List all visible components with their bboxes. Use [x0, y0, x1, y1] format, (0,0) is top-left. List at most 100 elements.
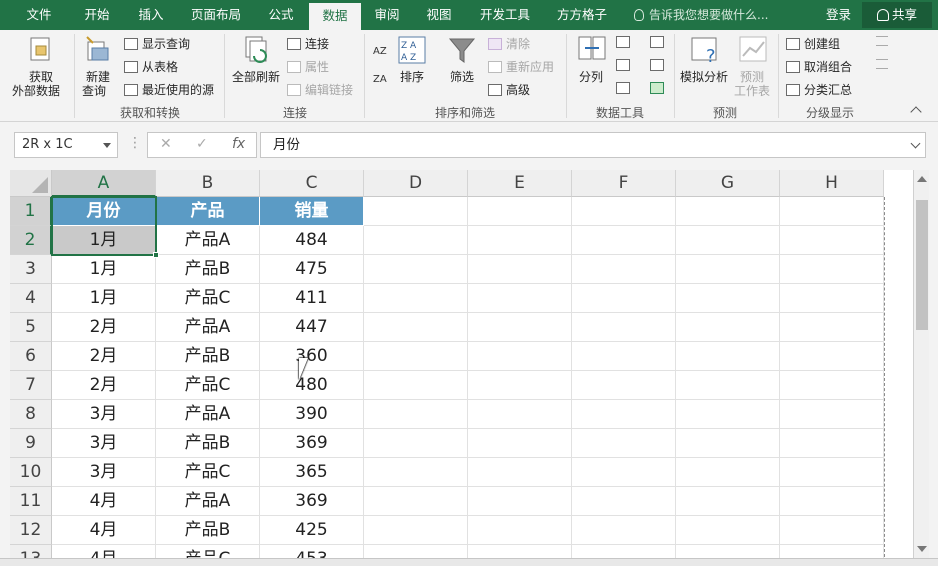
cell-h2[interactable] [780, 226, 884, 255]
cell-h5[interactable] [780, 313, 884, 342]
cell-c8[interactable]: 390 [260, 400, 364, 429]
cell-g1[interactable] [676, 197, 780, 226]
cell-e13[interactable] [468, 545, 572, 558]
cell-d3[interactable] [364, 255, 468, 284]
advanced-filter-button[interactable]: 高级 [488, 81, 530, 98]
cell-e3[interactable] [468, 255, 572, 284]
cell-a10[interactable]: 3月 [52, 458, 156, 487]
remove-duplicates-icon[interactable] [616, 59, 630, 71]
cell-g8[interactable] [676, 400, 780, 429]
cell-e8[interactable] [468, 400, 572, 429]
cell-h10[interactable] [780, 458, 884, 487]
cell-b11[interactable]: 产品A [156, 487, 260, 516]
cell-e2[interactable] [468, 226, 572, 255]
cell-a7[interactable]: 2月 [52, 371, 156, 400]
cell-g11[interactable] [676, 487, 780, 516]
cell-e10[interactable] [468, 458, 572, 487]
row-header[interactable]: 5 [10, 313, 52, 342]
cell-d1[interactable] [364, 197, 468, 226]
connections-button[interactable]: 连接 [287, 35, 329, 52]
select-all-button[interactable] [10, 170, 52, 197]
ungroup-button[interactable]: 取消组合 [786, 58, 852, 75]
cell-d6[interactable] [364, 342, 468, 371]
cell-c10[interactable]: 365 [260, 458, 364, 487]
cancel-icon[interactable]: ✕ [160, 136, 172, 152]
flash-fill-icon[interactable] [616, 36, 630, 48]
cell-f4[interactable] [572, 284, 676, 313]
cell-e4[interactable] [468, 284, 572, 313]
column-header-e[interactable]: E [468, 170, 572, 197]
sheet-tab-bar[interactable] [0, 558, 938, 566]
cell-f2[interactable] [572, 226, 676, 255]
cell-a11[interactable]: 4月 [52, 487, 156, 516]
tab-page-layout[interactable]: 页面布局 [184, 0, 248, 30]
cell-b10[interactable]: 产品C [156, 458, 260, 487]
collapse-ribbon-icon[interactable] [910, 106, 922, 118]
function-icon[interactable]: fx [232, 136, 245, 152]
cell-b1[interactable]: 产品 [156, 197, 260, 226]
cell-g9[interactable] [676, 429, 780, 458]
tab-developer[interactable]: 开发工具 [474, 0, 536, 30]
cell-f7[interactable] [572, 371, 676, 400]
from-table-button[interactable]: 从表格 [124, 58, 178, 75]
cell-d8[interactable] [364, 400, 468, 429]
tab-review[interactable]: 审阅 [366, 0, 408, 30]
cell-g4[interactable] [676, 284, 780, 313]
cell-a8[interactable]: 3月 [52, 400, 156, 429]
name-box[interactable]: 2R x 1C [14, 132, 118, 158]
subtotal-button[interactable]: 分类汇总 [786, 81, 852, 98]
cell-g10[interactable] [676, 458, 780, 487]
column-header-a[interactable]: A [52, 170, 156, 197]
sort-az-icon[interactable]: AZ ZA [372, 40, 390, 90]
scroll-down-icon[interactable] [917, 546, 927, 552]
cell-b13[interactable]: 产品C [156, 545, 260, 558]
cell-a3[interactable]: 1月 [52, 255, 156, 284]
cell-g13[interactable] [676, 545, 780, 558]
cell-d11[interactable] [364, 487, 468, 516]
enter-icon[interactable]: ✓ [196, 136, 208, 152]
cell-h3[interactable] [780, 255, 884, 284]
cell-h6[interactable] [780, 342, 884, 371]
cell-b9[interactable]: 产品B [156, 429, 260, 458]
row-header[interactable]: 1 [10, 197, 52, 226]
column-header-c[interactable]: C [260, 170, 364, 197]
scroll-thumb[interactable] [916, 200, 928, 330]
cell-d13[interactable] [364, 545, 468, 558]
cell-a2[interactable]: 1月 [52, 226, 156, 255]
cell-e12[interactable] [468, 516, 572, 545]
cell-f9[interactable] [572, 429, 676, 458]
cell-b5[interactable]: 产品A [156, 313, 260, 342]
cell-f12[interactable] [572, 516, 676, 545]
tab-home[interactable]: 开始 [76, 0, 118, 30]
cell-e11[interactable] [468, 487, 572, 516]
cell-c13[interactable]: 453 [260, 545, 364, 558]
reapply-button[interactable]: 重新应用 [488, 58, 554, 75]
cell-f5[interactable] [572, 313, 676, 342]
row-header[interactable]: 2 [10, 226, 52, 255]
row-header[interactable]: 4 [10, 284, 52, 313]
cell-e7[interactable] [468, 371, 572, 400]
cell-e6[interactable] [468, 342, 572, 371]
expand-formula-icon[interactable] [910, 138, 921, 149]
cell-f1[interactable] [572, 197, 676, 226]
cell-a5[interactable]: 2月 [52, 313, 156, 342]
cell-h11[interactable] [780, 487, 884, 516]
cell-h13[interactable] [780, 545, 884, 558]
clear-filter-button[interactable]: 清除 [488, 35, 530, 52]
vertical-scrollbar[interactable] [913, 170, 929, 558]
cell-e9[interactable] [468, 429, 572, 458]
cell-e1[interactable] [468, 197, 572, 226]
cell-c6[interactable]: 360 [260, 342, 364, 371]
cell-c9[interactable]: 369 [260, 429, 364, 458]
cell-g7[interactable] [676, 371, 780, 400]
cell-b12[interactable]: 产品B [156, 516, 260, 545]
cell-g12[interactable] [676, 516, 780, 545]
row-header[interactable]: 10 [10, 458, 52, 487]
cell-f11[interactable] [572, 487, 676, 516]
cell-d5[interactable] [364, 313, 468, 342]
cell-h1[interactable] [780, 197, 884, 226]
cell-a6[interactable]: 2月 [52, 342, 156, 371]
cell-h9[interactable] [780, 429, 884, 458]
hide-detail-icon[interactable] [876, 59, 888, 69]
tab-fangfang[interactable]: 方方格子 [550, 0, 614, 30]
